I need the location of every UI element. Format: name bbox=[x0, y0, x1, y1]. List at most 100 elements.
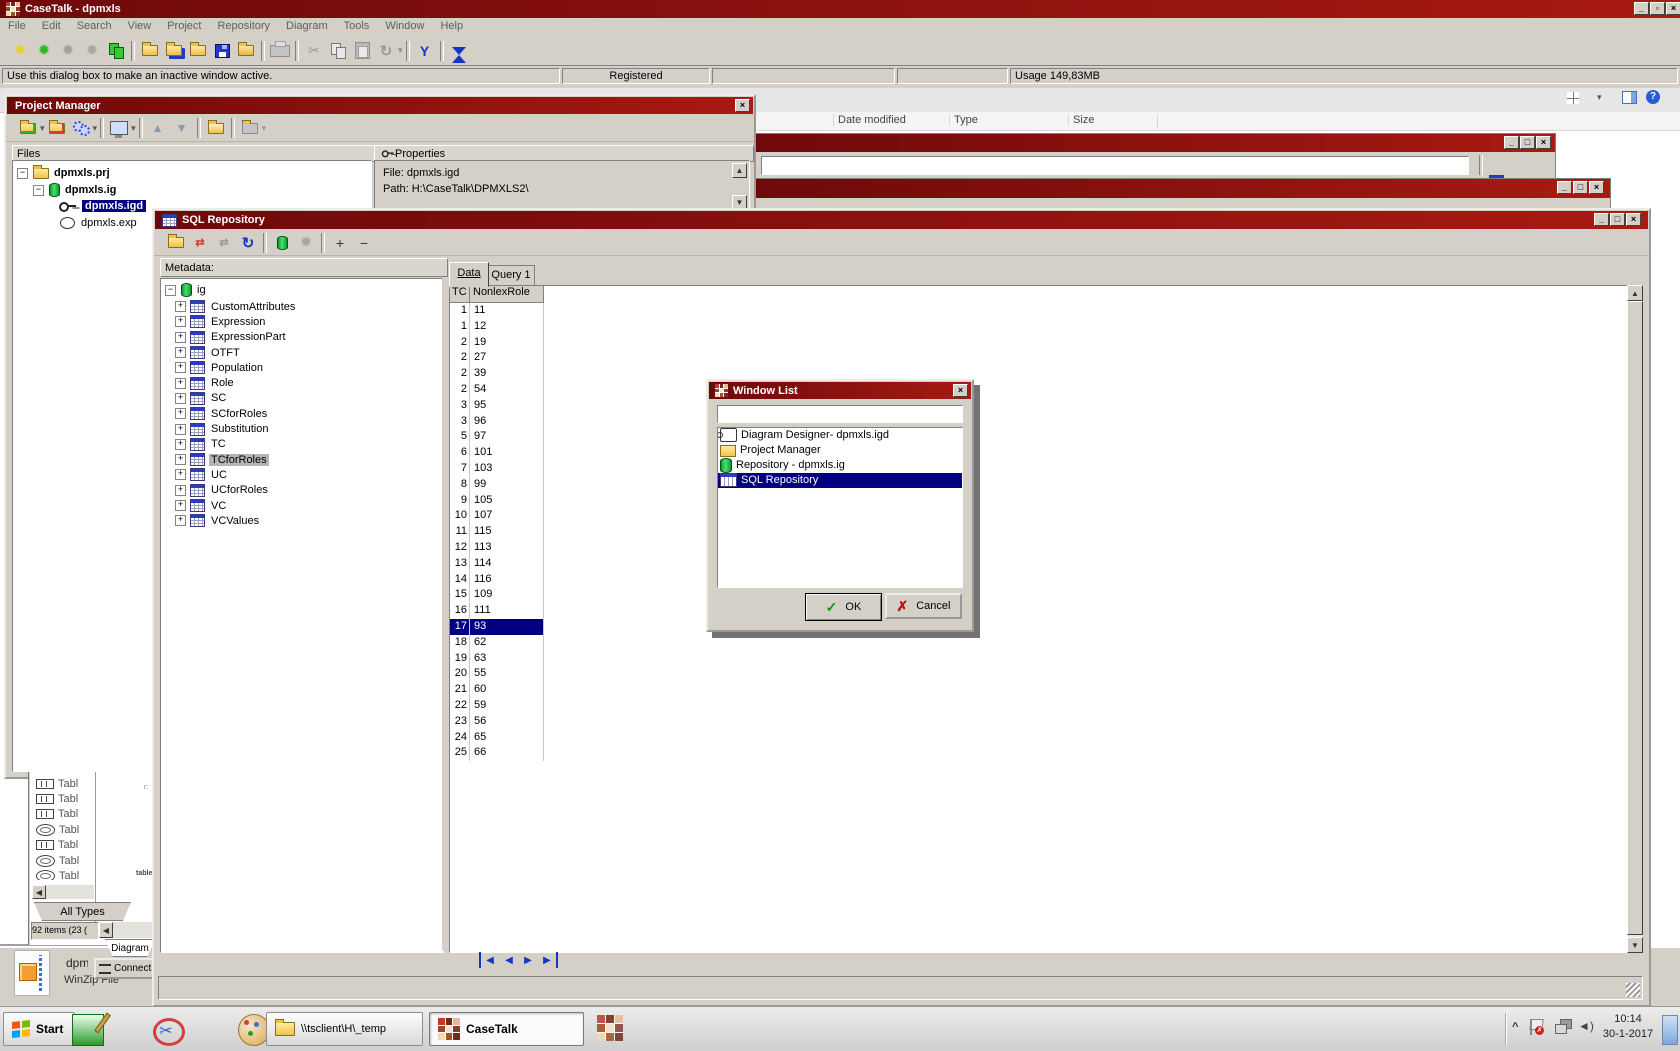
expand-icon[interactable] bbox=[175, 316, 186, 327]
tree-item-igd[interactable]: dpmxls.igd bbox=[59, 200, 146, 212]
column-header-size[interactable]: Size bbox=[1068, 114, 1160, 126]
nav-last-button[interactable]: ▶ bbox=[538, 952, 558, 968]
table-row[interactable]: 1 11 bbox=[450, 303, 544, 319]
refresh-dropdown[interactable]: ▾ bbox=[398, 45, 403, 56]
model-key-button[interactable]: ✹ bbox=[56, 39, 80, 62]
menu-item[interactable]: View bbox=[120, 18, 160, 34]
expand-icon[interactable] bbox=[175, 424, 186, 435]
minimize-button[interactable]: _ bbox=[1594, 213, 1609, 226]
file-info-button[interactable] bbox=[234, 39, 258, 62]
window-list-item[interactable]: Diagram Designer- dpmxls.igd bbox=[718, 428, 962, 443]
data-vscrollbar[interactable]: ▲ ▼ bbox=[1627, 285, 1643, 953]
table-row[interactable]: 17 93 bbox=[450, 619, 544, 635]
close-button[interactable]: × bbox=[1666, 2, 1680, 15]
scroll-up-button[interactable]: ▲ bbox=[1627, 285, 1643, 301]
tree-item-exp[interactable]: dpmxls.exp bbox=[60, 217, 137, 229]
expand-icon[interactable] bbox=[175, 515, 186, 526]
metadata-table-item[interactable]: VC bbox=[161, 498, 443, 513]
metadata-table-item[interactable]: UC bbox=[161, 467, 443, 482]
view-button[interactable] bbox=[107, 117, 131, 140]
table-row[interactable]: 24 65 bbox=[450, 730, 544, 746]
move-rows-button[interactable]: ⇄ bbox=[212, 231, 236, 254]
expand-icon[interactable] bbox=[175, 301, 186, 312]
table-row[interactable]: 10 107 bbox=[450, 508, 544, 524]
metadata-table-item[interactable]: UCforRoles bbox=[161, 483, 443, 498]
metadata-table-item[interactable]: SCforRoles bbox=[161, 406, 443, 421]
collapse-icon[interactable] bbox=[33, 185, 44, 196]
window-filter-input[interactable] bbox=[717, 405, 963, 423]
table-row[interactable]: 14 116 bbox=[450, 572, 544, 588]
nav-next-button[interactable]: ▶ bbox=[519, 952, 537, 968]
table-row[interactable]: 3 95 bbox=[450, 398, 544, 414]
expand-icon[interactable] bbox=[175, 347, 186, 358]
network-icon[interactable] bbox=[1555, 1019, 1571, 1033]
open-button[interactable] bbox=[164, 231, 188, 254]
nav-first-button[interactable]: ◀ bbox=[479, 952, 499, 968]
wait-button[interactable] bbox=[447, 39, 471, 62]
print-button[interactable] bbox=[268, 39, 292, 62]
menu-item[interactable]: Edit bbox=[34, 18, 69, 34]
menu-item[interactable]: Window bbox=[377, 18, 432, 34]
maximize-button[interactable]: □ bbox=[1520, 136, 1535, 149]
metadata-table-item[interactable]: TC bbox=[161, 437, 443, 452]
table-row[interactable]: 3 96 bbox=[450, 414, 544, 430]
grid-header-tc[interactable]: TC bbox=[450, 286, 470, 302]
column-header-date-modified[interactable]: Date modified bbox=[833, 114, 952, 126]
chart-tool-icon[interactable] bbox=[72, 1014, 104, 1046]
table-row[interactable]: 20 55 bbox=[450, 666, 544, 682]
diagram-tab[interactable]: Diagram bbox=[105, 939, 155, 957]
file-properties-button[interactable] bbox=[204, 117, 228, 140]
mini-hscrollbar[interactable]: ◀ bbox=[99, 922, 152, 938]
expand-icon[interactable] bbox=[175, 362, 186, 373]
close-button[interactable]: × bbox=[1626, 213, 1641, 226]
scroll-up-button[interactable]: ▲ bbox=[732, 163, 747, 178]
metadata-table-item[interactable]: ExpressionPart bbox=[161, 330, 443, 345]
scroll-thumb[interactable] bbox=[1627, 301, 1643, 935]
menu-item[interactable]: Diagram bbox=[278, 18, 336, 34]
query-tab[interactable]: Query 1 bbox=[487, 265, 535, 286]
metadata-table-item[interactable]: TCforRoles bbox=[161, 452, 443, 467]
expand-icon[interactable] bbox=[175, 378, 186, 389]
column-header-type[interactable]: Type bbox=[949, 114, 1071, 126]
insert-rows-button[interactable]: ⇄ bbox=[188, 231, 212, 254]
metadata-table-item[interactable]: Substitution bbox=[161, 421, 443, 436]
table-row[interactable]: 21 60 bbox=[450, 682, 544, 698]
table-row[interactable]: 12 113 bbox=[450, 540, 544, 556]
menu-item[interactable]: Repository bbox=[209, 18, 278, 34]
table-row[interactable]: 7 103 bbox=[450, 461, 544, 477]
panel-splitter[interactable] bbox=[442, 278, 449, 951]
scroll-left-button[interactable]: ◀ bbox=[99, 922, 113, 938]
shape-list-hscrollbar[interactable]: ◀ bbox=[32, 885, 94, 899]
snipping-tool-icon[interactable]: ✂ bbox=[153, 1016, 183, 1046]
table-row[interactable]: 9 105 bbox=[450, 493, 544, 509]
zoom-in-button[interactable]: + bbox=[328, 231, 352, 254]
shape-list-item[interactable]: Tabl bbox=[36, 776, 95, 791]
close-button[interactable]: × bbox=[735, 99, 750, 112]
expand-icon[interactable] bbox=[175, 439, 186, 450]
minimize-button[interactable]: _ bbox=[1634, 2, 1649, 15]
grid-header-nonlexrole[interactable]: NonlexRole bbox=[470, 286, 544, 302]
open-file-button[interactable] bbox=[186, 39, 210, 62]
open-file-button[interactable] bbox=[45, 117, 69, 140]
menu-item[interactable]: Project bbox=[159, 18, 209, 34]
table-row[interactable]: 23 56 bbox=[450, 714, 544, 730]
minimize-button[interactable]: _ bbox=[1504, 136, 1519, 149]
shape-list-item[interactable]: Tabl bbox=[36, 791, 95, 806]
shape-list-item[interactable]: Tabl bbox=[36, 853, 95, 868]
metadata-table-item[interactable]: Expression bbox=[161, 314, 443, 329]
generate-dropdown[interactable]: ▾ bbox=[93, 123, 98, 134]
paste-button[interactable] bbox=[350, 39, 374, 62]
nav-prior-button[interactable]: ◀ bbox=[500, 952, 518, 968]
metadata-table-item[interactable]: VCValues bbox=[161, 513, 443, 528]
scroll-down-button[interactable]: ▼ bbox=[1627, 937, 1643, 953]
table-row[interactable]: 19 63 bbox=[450, 651, 544, 667]
start-button[interactable]: Start bbox=[3, 1012, 75, 1046]
archive-drop[interactable]: ▾ bbox=[262, 123, 267, 134]
options-button[interactable]: Y bbox=[413, 39, 437, 62]
open-project-button[interactable] bbox=[138, 39, 162, 62]
metadata-table-item[interactable]: Population bbox=[161, 360, 443, 375]
maximize-button[interactable]: □ bbox=[1573, 181, 1588, 194]
resize-grip[interactable] bbox=[1626, 983, 1640, 997]
clock[interactable]: 10:14 30-1-2017 bbox=[1598, 1012, 1658, 1046]
menu-item[interactable]: Search bbox=[69, 18, 120, 34]
